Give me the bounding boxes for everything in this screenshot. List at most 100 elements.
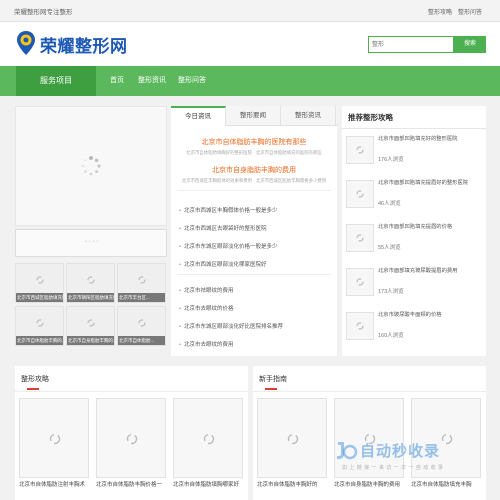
section-title: 整形攻略 xyxy=(21,376,49,383)
news-panel: 今日资讯 整形要闻 整形资讯 北京市自体脂肪丰胸的医院有那些 北京市自体脂肪填胸… xyxy=(171,106,337,356)
nav-link-home[interactable]: 首页 xyxy=(110,66,124,96)
news-item[interactable]: 北京市去眼纹的费用 xyxy=(179,340,335,348)
article-card-caption[interactable]: 北京市自体脂肪丰胸价格一 xyxy=(96,480,168,488)
thumb-caption: 北京市自体脂肪丰胸的... xyxy=(16,336,63,345)
guide-item[interactable]: 北京市面部填充玻尿酸提眉的费用 173人浏览 xyxy=(346,264,482,304)
thumb-caption: 北京市朝阳区脂肪填充好的医院 xyxy=(67,293,114,302)
site-logo-text[interactable]: 荣耀整形网 xyxy=(40,32,128,57)
thumb-caption: 北京市西城区脂肪填充好的医院 xyxy=(16,293,63,302)
article-card-caption[interactable]: 北京市自身脂肪丰胸的费用 xyxy=(334,480,406,488)
news-item[interactable]: 北京市祛眼纹的费用 xyxy=(179,286,335,294)
guide-item[interactable]: 北京市面部凹陷填充好的整形医院 176人浏览 xyxy=(346,132,482,172)
slider-indicator[interactable]: • ○ • ○ xyxy=(16,239,168,245)
article-card-caption[interactable]: 北京市自体脂肪注射丰胸术 xyxy=(19,480,91,488)
nav-link-news[interactable]: 整形资讯 xyxy=(138,66,166,96)
guide-item[interactable]: 北京市面部凹陷填充提眉的价格 55人浏览 xyxy=(346,220,482,260)
article-card-image[interactable] xyxy=(173,398,243,478)
guide-item[interactable]: 北京市玻尿酸丰面颊的价格 160人浏览 xyxy=(346,308,482,348)
search-input[interactable] xyxy=(368,36,454,53)
loading-spinner-icon xyxy=(126,433,138,445)
loading-spinner-icon xyxy=(87,276,95,284)
loading-spinner-icon xyxy=(36,319,44,327)
guide-item[interactable]: 北京市面部凹陷填充提眉好的整形医院 46人浏览 xyxy=(346,176,482,216)
main-nav: 服务项目 首页 整形资讯 整形问答 xyxy=(0,66,500,96)
slider-image[interactable] xyxy=(15,106,167,226)
thumb-card[interactable]: 北京市西城区脂肪填充好的医院 xyxy=(15,263,64,303)
toplink-guides[interactable]: 整形攻略 xyxy=(428,7,452,16)
slider-column: • ○ • ○ 北京市西城区脂肪填充好的医院 北京市朝阳区脂肪填充好的医院 北京… xyxy=(15,106,167,356)
guide-thumbnail[interactable] xyxy=(346,136,374,164)
view-count: 160人浏览 xyxy=(378,333,404,339)
guide-title[interactable]: 北京市面部凹陷填充提眉的价格 xyxy=(378,223,480,231)
title-accent xyxy=(27,388,39,390)
top-bar: 荣耀整形网专注整形 整形攻略 整形问答 xyxy=(0,0,500,22)
guide-title[interactable]: 北京市面部凹陷填充提眉好的整形医院 xyxy=(378,179,480,187)
thumb-caption: 北京市丰台区... xyxy=(118,293,165,302)
article-card-image[interactable] xyxy=(19,398,89,478)
thumb-card[interactable]: 北京市自身脂肪丰胸的... xyxy=(66,306,115,346)
news-item[interactable]: 北京市西城区眼部淡化哪家医院好 xyxy=(179,260,335,268)
loading-spinner-icon xyxy=(356,322,364,330)
nav-category-button[interactable]: 服务项目 xyxy=(16,66,96,96)
article-card-caption[interactable]: 北京市自体脂肪丰胸好的 xyxy=(257,480,329,488)
location-pin-logo-icon[interactable] xyxy=(16,30,36,56)
headline-link[interactable]: 北京市自体脂肪丰胸的医院有那些 xyxy=(171,137,337,147)
guide-thumbnail[interactable] xyxy=(346,312,374,340)
guide-title[interactable]: 北京市玻尿酸丰面颊的价格 xyxy=(378,311,480,319)
guide-title[interactable]: 北京市面部凹陷填充好的整形医院 xyxy=(378,135,480,143)
view-count: 55人浏览 xyxy=(378,245,401,251)
guide-thumbnail[interactable] xyxy=(346,180,374,208)
tab-news[interactable]: 整形资讯 xyxy=(281,106,336,126)
headline-link[interactable]: 北京市自身脂肪丰胸的费用 xyxy=(171,165,337,175)
search-button[interactable]: 搜索 xyxy=(454,36,486,53)
thumb-card[interactable]: 北京市朝阳区脂肪填充好的医院 xyxy=(66,263,115,303)
recommended-guides: 推荐整形攻略 北京市面部凹陷填充好的整形医院 176人浏览 北京市面部凹陷填充提… xyxy=(342,106,486,356)
thumb-caption: 北京市自体脂肪... xyxy=(118,336,165,345)
site-slogan: 荣耀整形网专注整形 xyxy=(14,9,73,16)
thumb-card[interactable]: 北京市自体脂肪... xyxy=(117,306,166,346)
guide-title[interactable]: 北京市面部填充玻尿酸提眉的费用 xyxy=(378,267,480,275)
news-item[interactable]: 北京市西城区去眼袋好的整形医院 xyxy=(179,224,335,232)
article-card-image[interactable] xyxy=(257,398,327,478)
article-card-caption[interactable]: 北京市自体脂肪填胸哪家好 xyxy=(173,480,245,488)
divider xyxy=(177,274,331,275)
article-card-image[interactable] xyxy=(96,398,166,478)
view-count: 173人浏览 xyxy=(378,289,404,295)
nav-link-qa[interactable]: 整形问答 xyxy=(178,66,206,96)
watermark-text: 自动秒收录 xyxy=(360,443,441,460)
news-item[interactable]: 北京市东城区眼部淡化好比医院排名推荐 xyxy=(179,322,335,330)
loading-spinner-icon xyxy=(203,433,215,445)
watermark-logo-icon xyxy=(337,442,358,460)
view-count: 46人浏览 xyxy=(378,201,401,207)
news-item[interactable]: 北京市西城区丰胸假体价格一般是多少 xyxy=(179,206,335,214)
news-item[interactable]: 北京市东城区眼部淡化价格一般是多少 xyxy=(179,242,335,250)
divider xyxy=(15,391,248,392)
news-item[interactable]: 北京市去眼纹的价格 xyxy=(179,304,335,312)
loading-spinner-icon xyxy=(36,276,44,284)
guides-section: 整形攻略 北京市自体脂肪注射丰胸术 北京市自体脂肪丰胸价格一 北京市自体脂肪填胸… xyxy=(15,366,248,500)
watermark-overlay: 自动秒收录 如 上 链 接 一 来 访 一 次 一 自 动 收 录 xyxy=(330,436,490,480)
loading-spinner-icon xyxy=(356,278,364,286)
title-accent xyxy=(265,388,277,390)
loading-spinner-icon xyxy=(49,433,61,445)
news-tabs: 今日资讯 整形要闻 整形资讯 xyxy=(171,106,337,126)
section-title: 推荐整形攻略 xyxy=(348,113,393,122)
article-card-caption[interactable]: 北京市自体脂肪填充丰胸 xyxy=(411,480,483,488)
tab-today-news[interactable]: 今日资讯 xyxy=(171,106,226,126)
thumb-card[interactable]: 北京市丰台区... xyxy=(117,263,166,303)
headline-summary: 北京市西城区丰胸假体的效果和费用 · 北京市西城区脂肪丰胸需要多少费用 xyxy=(181,178,327,183)
thumb-caption: 北京市自身脂肪丰胸的... xyxy=(67,336,114,345)
divider xyxy=(253,391,486,392)
loading-spinner-icon xyxy=(81,156,101,176)
loading-spinner-icon xyxy=(356,234,364,242)
guide-thumbnail[interactable] xyxy=(346,268,374,296)
view-count: 176人浏览 xyxy=(378,157,404,163)
loading-spinner-icon xyxy=(138,276,146,284)
toplink-qa[interactable]: 整形问答 xyxy=(458,7,482,16)
slider-caption-bar: • ○ • ○ xyxy=(15,229,167,257)
watermark-subtext: 如 上 链 接 一 来 访 一 次 一 自 动 收 录 xyxy=(342,465,444,471)
guide-thumbnail[interactable] xyxy=(346,224,374,252)
thumb-card[interactable]: 北京市自体脂肪丰胸的... xyxy=(15,306,64,346)
tab-headlines[interactable]: 整形要闻 xyxy=(226,106,281,126)
loading-spinner-icon xyxy=(287,433,299,445)
